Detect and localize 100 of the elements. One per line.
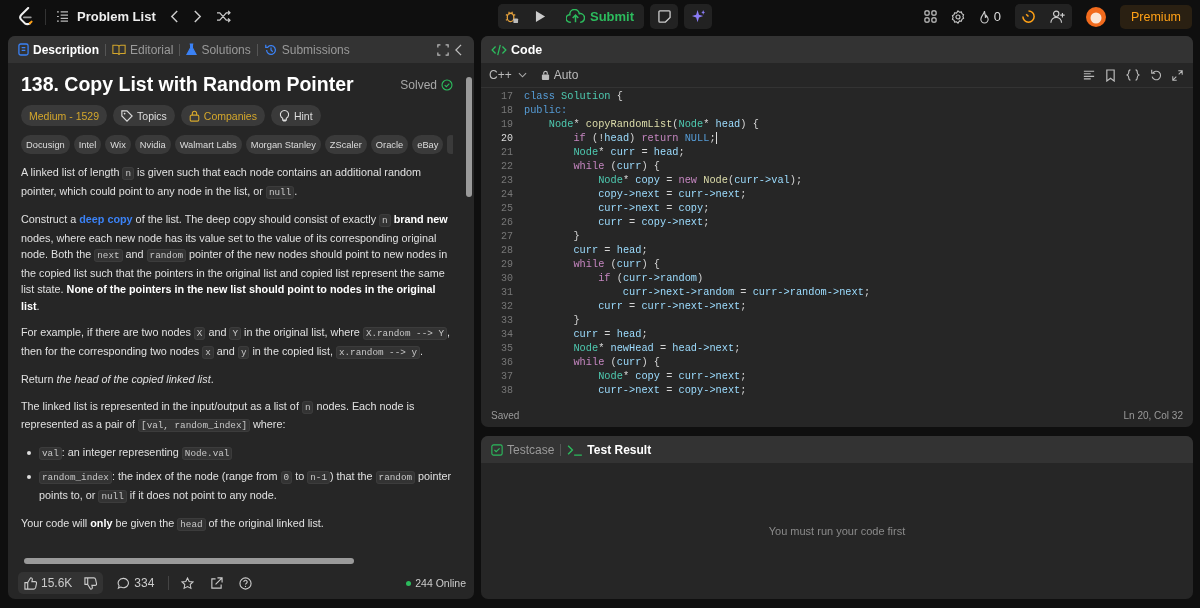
panel-tab[interactable]: Description	[18, 42, 99, 57]
code-line: if (!head) return NULL;	[572, 132, 717, 144]
tag-chip[interactable]: Topics	[113, 105, 175, 126]
code-line: curr = head;	[572, 244, 648, 256]
sparkle-button[interactable]	[684, 4, 713, 29]
bullet-item: random_index : the index of the node (range from 0 to n-1 ) that the random pointer points to, or null if it does not point to any node.	[39, 469, 453, 505]
code-line: curr->next = copy->next;	[597, 384, 747, 396]
deep-copy-link[interactable]: deep copy	[79, 213, 133, 225]
settings-icon[interactable]	[950, 9, 965, 24]
company-chip[interactable]: Nvidia	[134, 135, 171, 154]
thumbs-up-icon	[24, 576, 37, 590]
auto-mode[interactable]: Auto	[540, 68, 579, 82]
online-count: 244 Online	[406, 577, 466, 589]
lock-icon	[540, 69, 550, 81]
next-icon[interactable]	[192, 10, 202, 23]
line-number: 20	[500, 132, 514, 144]
line-number: 30	[500, 272, 514, 284]
note-button[interactable]	[650, 4, 679, 29]
code-icon	[491, 43, 507, 56]
code-line: curr->next->random = curr->random->next;	[621, 286, 871, 298]
line-number: 37	[500, 370, 514, 382]
code-line: class Solution {	[524, 90, 623, 102]
code-line: while (curr) {	[572, 356, 660, 368]
bookmark-icon[interactable]	[1105, 68, 1116, 82]
thumbs-down-icon	[84, 576, 98, 590]
code-line: Node* newHead = head->next;	[572, 342, 741, 354]
line-number: 19	[500, 118, 514, 130]
avatar[interactable]	[1086, 6, 1106, 27]
line-number: 33	[500, 314, 514, 326]
fullscreen-icon[interactable]	[437, 43, 449, 56]
format-icon[interactable]	[1083, 69, 1095, 81]
reset-icon[interactable]	[1150, 69, 1162, 81]
problem-title: 138. Copy List with Random Pointer	[21, 73, 355, 96]
expand-icon[interactable]	[1172, 69, 1183, 81]
streak-counter[interactable]: 0	[978, 9, 1001, 24]
panel-tab[interactable]: Submissions	[263, 42, 350, 57]
help-icon[interactable]	[239, 576, 253, 590]
comments-button[interactable]: 334	[111, 572, 161, 594]
company-chip[interactable]: ZScaler	[324, 135, 367, 154]
problem-list-button[interactable]: Problem List	[56, 9, 156, 24]
description-paragraph: Your code will only be given the head of the original linked list.	[21, 516, 325, 533]
line-number: 34	[500, 328, 514, 340]
terminal-icon	[567, 443, 584, 456]
company-chip[interactable]: Oracle	[370, 135, 409, 154]
code-line: Node* copy = curr->next;	[597, 370, 747, 382]
line-number: 25	[500, 202, 514, 214]
star-icon[interactable]	[181, 576, 195, 590]
code-line: }	[572, 230, 580, 242]
panel-tab[interactable]: Solutions	[186, 42, 251, 57]
panel-tab[interactable]: Testcase	[491, 442, 555, 457]
flask-icon	[186, 43, 198, 56]
code-line: curr = curr->next->next;	[597, 300, 747, 312]
play-icon	[535, 10, 547, 23]
bullet-dot	[27, 475, 31, 479]
code-line: while (curr) {	[572, 258, 660, 270]
check-circle-icon	[441, 78, 453, 91]
language-dropdown[interactable]: C++	[489, 68, 527, 82]
code-line: Node* curr = head;	[572, 146, 685, 158]
tag-chip[interactable]: Medium - 1529	[21, 105, 108, 126]
code-line: while (curr) {	[572, 160, 660, 172]
tag-chip[interactable]: Hint	[270, 105, 321, 126]
logo-icon[interactable]	[18, 7, 35, 26]
collapse-icon[interactable]	[455, 43, 462, 56]
bullet-dot	[27, 450, 31, 455]
solved-status: Solved	[400, 77, 453, 92]
description-paragraph: Construct a deep copy of the list. The deep copy should consist of exactly n brand new nodes, where each new node has its value set to the value of its corresponding original node. Both the next and random pointer of the new nodes should point to new nodes in the copied list such that the pointers in the original list and copied list represent the same list state. None of the pointers in the new list should point to nodes in the original list.	[21, 212, 449, 314]
description-paragraph: For example, if there are two nodes X and Y in the original list, where X.random --> Y , then for the corresponding two nodes x and y in the copied list, x.random --> y .	[21, 325, 451, 361]
code-line: Node* copy = new Node(curr->val);	[597, 174, 803, 186]
company-chip[interactable]: Intel	[73, 135, 102, 154]
line-number: 35	[500, 342, 514, 354]
run-hint-message: You must run your code first	[768, 525, 906, 537]
previous-icon[interactable]	[169, 10, 179, 23]
company-chip[interactable]: eBay	[412, 135, 444, 154]
line-number: 32	[500, 300, 514, 312]
tag-icon	[121, 109, 134, 122]
chevron-down-icon	[517, 72, 527, 78]
code-tab[interactable]: Code	[491, 42, 543, 57]
grid-icon[interactable]	[923, 10, 937, 23]
code-line: if (curr->random)	[597, 272, 704, 284]
premium-button[interactable]: Premium	[1120, 4, 1192, 29]
lightbulb-icon	[278, 109, 290, 122]
shuffle-icon[interactable]	[215, 10, 231, 23]
line-number: 18	[500, 104, 514, 116]
braces-icon[interactable]	[1126, 69, 1140, 81]
code-line: curr = copy->next;	[597, 216, 710, 228]
panel-tab[interactable]: Editorial	[112, 42, 174, 57]
company-chip[interactable]: Docusign	[21, 135, 70, 154]
note-icon	[657, 10, 671, 23]
company-chip[interactable]: Walmart Labs	[174, 135, 242, 154]
company-chip[interactable]: Morgan Stanley	[245, 135, 321, 154]
share-icon[interactable]	[210, 576, 224, 590]
save-status: Saved	[491, 409, 520, 421]
code-line: Node* copyRandomList(Node* head) {	[547, 118, 759, 130]
company-chip[interactable]: Wix	[105, 135, 131, 154]
panel-tab[interactable]: Test Result	[567, 442, 652, 457]
book-icon	[112, 43, 126, 56]
line-number: 28	[500, 244, 514, 256]
tag-chip[interactable]: Companies	[180, 105, 265, 126]
code-line: public:	[524, 104, 568, 116]
line-number: 29	[500, 258, 514, 270]
